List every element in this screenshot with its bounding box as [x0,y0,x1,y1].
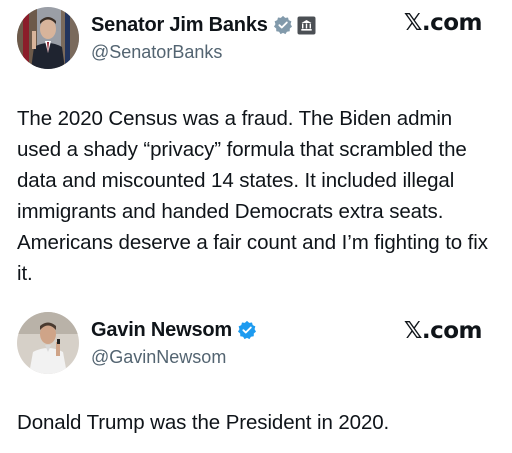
author-name-row: Senator Jim Banks [91,12,316,38]
avatar[interactable] [17,312,79,374]
tweet-gavin-newsom: Gavin Newsom @GavinNewsom 𝕏.com Donald T… [0,305,512,453]
x-com-source: 𝕏.com [403,318,483,344]
display-name[interactable]: Senator Jim Banks [91,14,268,37]
tweet-senator-banks: Senator Jim Banks @SenatorBanks 𝕏.com Th… [0,0,512,305]
tweet-text: The 2020 Census was a fraud. The Biden a… [17,107,488,285]
x-com-source: 𝕏.com [403,10,483,36]
avatar[interactable] [17,7,79,69]
handle[interactable]: @SenatorBanks [91,42,222,63]
display-name[interactable]: Gavin Newsom [91,319,232,342]
verified-badge-icon [273,15,293,35]
government-building-icon [297,16,316,35]
tweet-text: Donald Trump was the President in 2020. [17,411,390,434]
handle[interactable]: @GavinNewsom [91,347,226,368]
author-name-row: Gavin Newsom [91,317,257,343]
verified-badge-icon [237,320,257,340]
